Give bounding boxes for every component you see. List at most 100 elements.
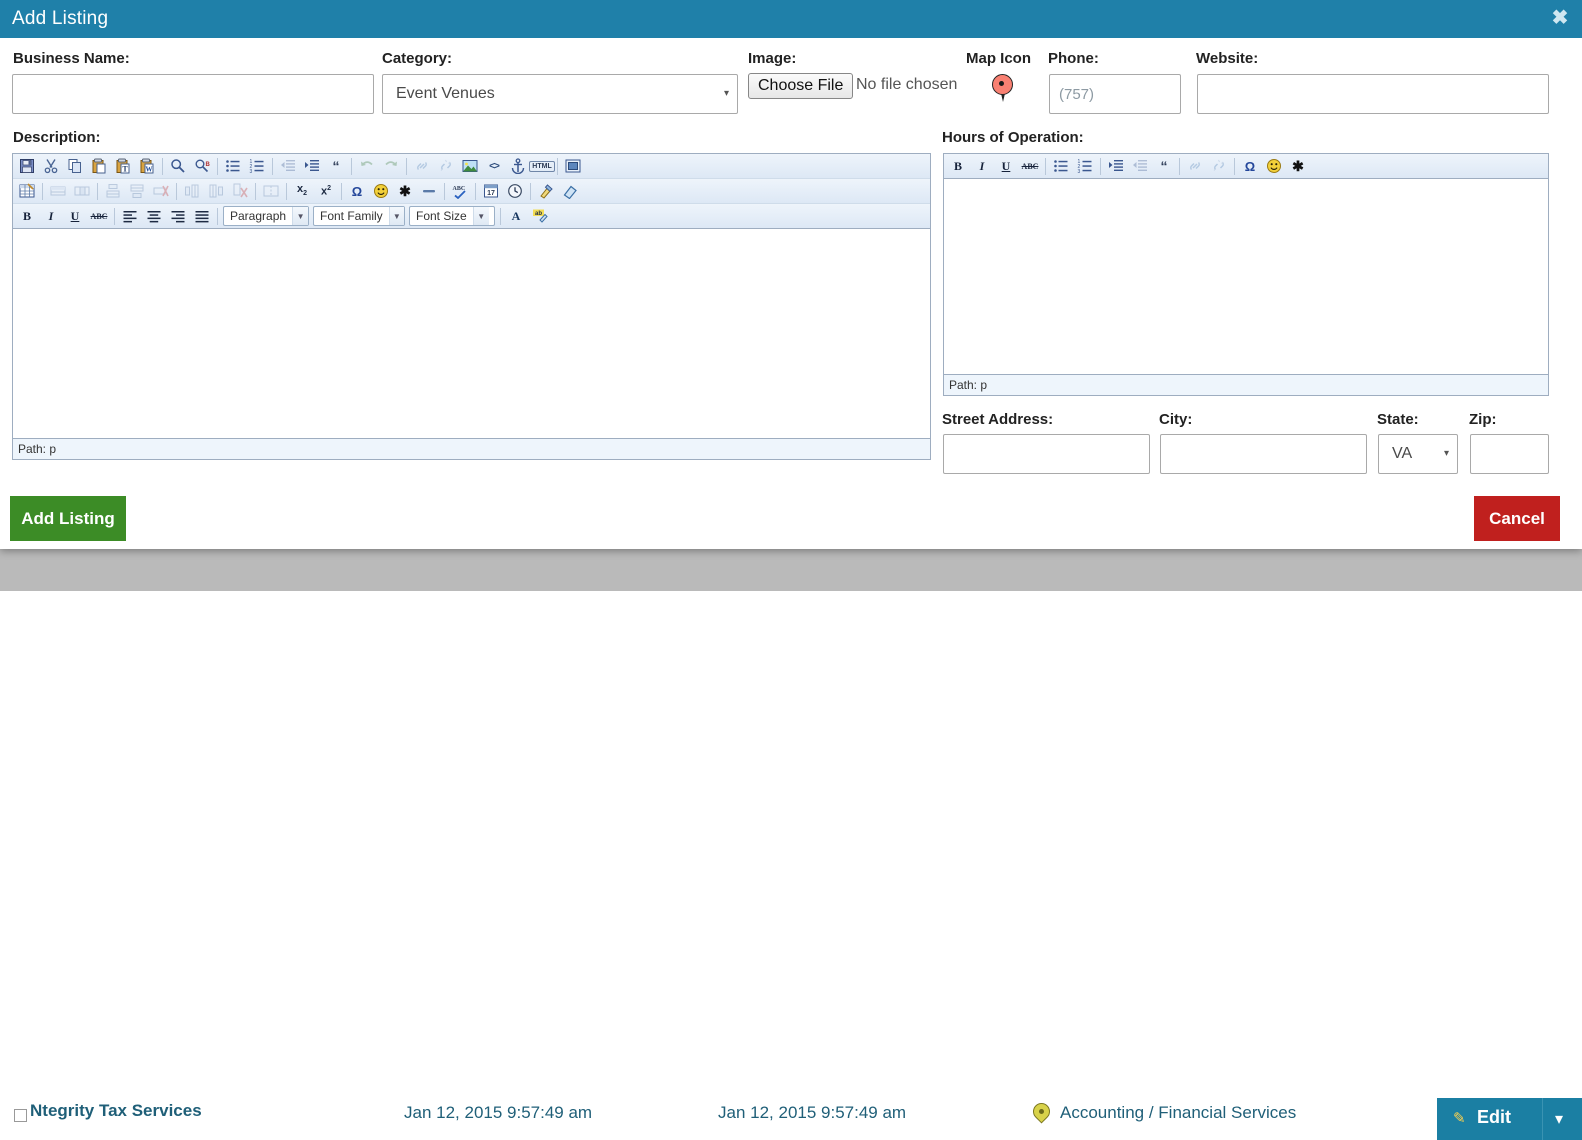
insert-time-icon[interactable] [503, 180, 527, 203]
italic-icon[interactable]: I [39, 205, 63, 228]
row-edit-dropdown-button[interactable]: ▾ [1542, 1098, 1582, 1140]
font-size-select-label: Font Size [416, 209, 467, 223]
insert-date-icon[interactable]: 17 [479, 180, 503, 203]
toolbar-separator [530, 182, 531, 200]
toolbar-separator [176, 182, 177, 200]
bullet-list-icon[interactable] [1049, 155, 1073, 178]
choose-file-button[interactable]: Choose File [748, 73, 854, 99]
emoticon-icon[interactable] [1262, 155, 1286, 178]
row-select-checkbox[interactable] [14, 1109, 27, 1122]
subscript-icon[interactable]: x2 [290, 180, 314, 203]
bullet-list-icon[interactable] [221, 155, 245, 178]
font-size-select[interactable]: Font Size ▼ [409, 206, 495, 226]
bold-icon[interactable]: B [946, 155, 970, 178]
underline-icon[interactable]: U [63, 205, 87, 228]
add-listing-modal: Add Listing ✖ Business Name: Category: E… [0, 0, 1582, 549]
delete-col-icon [228, 180, 252, 203]
outdent-icon [276, 155, 300, 178]
category-select[interactable]: Event Venues ▾ [382, 74, 738, 114]
horizontal-rule-icon[interactable] [417, 180, 441, 203]
cleanup-code-icon[interactable] [534, 180, 558, 203]
hours-text-area[interactable] [944, 179, 1548, 375]
bold-icon[interactable]: B [15, 205, 39, 228]
map-pin-icon[interactable] [992, 74, 1013, 104]
insert-image-icon[interactable] [458, 155, 482, 178]
outdent-icon [1128, 155, 1152, 178]
strikethrough-icon[interactable]: ABC [1018, 155, 1042, 178]
blockquote-icon[interactable]: “ [1152, 155, 1176, 178]
toolbar-separator [1100, 157, 1101, 175]
special-character-icon[interactable]: Ω [345, 180, 369, 203]
align-center-icon[interactable] [142, 205, 166, 228]
hours-editor: B I U ABC 1 2 3 “ Ω ✱ Path: p [943, 153, 1549, 396]
align-left-icon[interactable] [118, 205, 142, 228]
toolbar-separator [444, 182, 445, 200]
phone-input[interactable] [1049, 74, 1181, 114]
insert-table-icon[interactable] [15, 180, 39, 203]
superscript-icon[interactable]: x2 [314, 180, 338, 203]
image-label: Image: [748, 50, 797, 67]
indent-icon[interactable] [300, 155, 324, 178]
numbered-list-icon[interactable]: 123 [1073, 155, 1097, 178]
italic-icon[interactable]: I [970, 155, 994, 178]
map-pin-icon [1029, 1099, 1054, 1124]
find-replace-icon[interactable]: B [190, 155, 214, 178]
format-select[interactable]: Paragraph ▼ [223, 206, 309, 226]
table-row-props-icon [46, 180, 70, 203]
cut-icon[interactable] [39, 155, 63, 178]
row-created-date: Jan 12, 2015 9:57:49 am [404, 1103, 593, 1122]
chevron-down-icon: ▾ [1555, 1111, 1564, 1128]
row-business-name[interactable]: Ntegrity Tax Services [30, 1101, 202, 1121]
underline-icon[interactable]: U [994, 155, 1018, 178]
svg-text:W: W [146, 166, 153, 174]
description-text-area[interactable] [13, 229, 930, 439]
toolbar-separator [272, 157, 273, 175]
paste-as-text-icon[interactable]: T [111, 155, 135, 178]
font-family-select-label: Font Family [320, 209, 383, 223]
business-name-input[interactable] [12, 74, 374, 114]
special-character-icon[interactable]: Ω [1238, 155, 1262, 178]
font-family-select[interactable]: Font Family ▼ [313, 206, 405, 226]
numbered-list-icon[interactable]: 123 [245, 155, 269, 178]
toolbar-separator [500, 207, 501, 225]
insert-media-icon[interactable]: ✱ [1286, 155, 1310, 178]
row-edit-button[interactable]: ✎ Edit [1437, 1098, 1542, 1140]
cancel-button[interactable]: Cancel [1474, 496, 1560, 541]
background-color-icon[interactable]: ab [528, 205, 552, 228]
zip-input[interactable] [1470, 434, 1549, 474]
blockquote-icon[interactable]: “ [324, 155, 348, 178]
street-address-input[interactable] [943, 434, 1150, 474]
fullscreen-icon[interactable] [561, 155, 585, 178]
text-color-icon[interactable]: A [504, 205, 528, 228]
insert-link-icon [1183, 155, 1207, 178]
indent-icon[interactable] [1104, 155, 1128, 178]
spellcheck-icon[interactable]: ABC [448, 180, 472, 203]
row-category[interactable]: Accounting / Financial Services [1060, 1103, 1296, 1123]
state-select[interactable]: VA ▾ [1378, 434, 1458, 474]
remove-formatting-icon[interactable] [558, 180, 582, 203]
find-icon[interactable] [166, 155, 190, 178]
toolbar-separator [97, 182, 98, 200]
source-code-icon[interactable]: <> [482, 155, 506, 178]
website-input[interactable] [1197, 74, 1549, 114]
align-justify-icon[interactable] [190, 205, 214, 228]
anchor-icon[interactable] [506, 155, 530, 178]
paste-from-word-icon[interactable]: W [135, 155, 159, 178]
strikethrough-icon[interactable]: ABC [87, 205, 111, 228]
city-input[interactable] [1160, 434, 1367, 474]
close-x-icon[interactable]: ✖ [1548, 8, 1572, 30]
align-right-icon[interactable] [166, 205, 190, 228]
toolbar-separator [475, 182, 476, 200]
description-toolbar-row-3: B I U ABC Paragraph ▼ Font Family ▼ Font Size ▼ Aa… [13, 204, 930, 229]
toolbar-separator [114, 207, 115, 225]
save-icon[interactable] [15, 155, 39, 178]
paste-icon[interactable] [87, 155, 111, 178]
insert-media-icon[interactable]: ✱ [393, 180, 417, 203]
toolbar-separator [217, 157, 218, 175]
add-listing-submit-button[interactable]: Add Listing [10, 496, 126, 541]
state-label: State: [1377, 411, 1419, 428]
redo-icon [379, 155, 403, 178]
copy-icon[interactable] [63, 155, 87, 178]
html-icon[interactable]: HTML [529, 155, 555, 178]
emoticon-icon[interactable] [369, 180, 393, 203]
